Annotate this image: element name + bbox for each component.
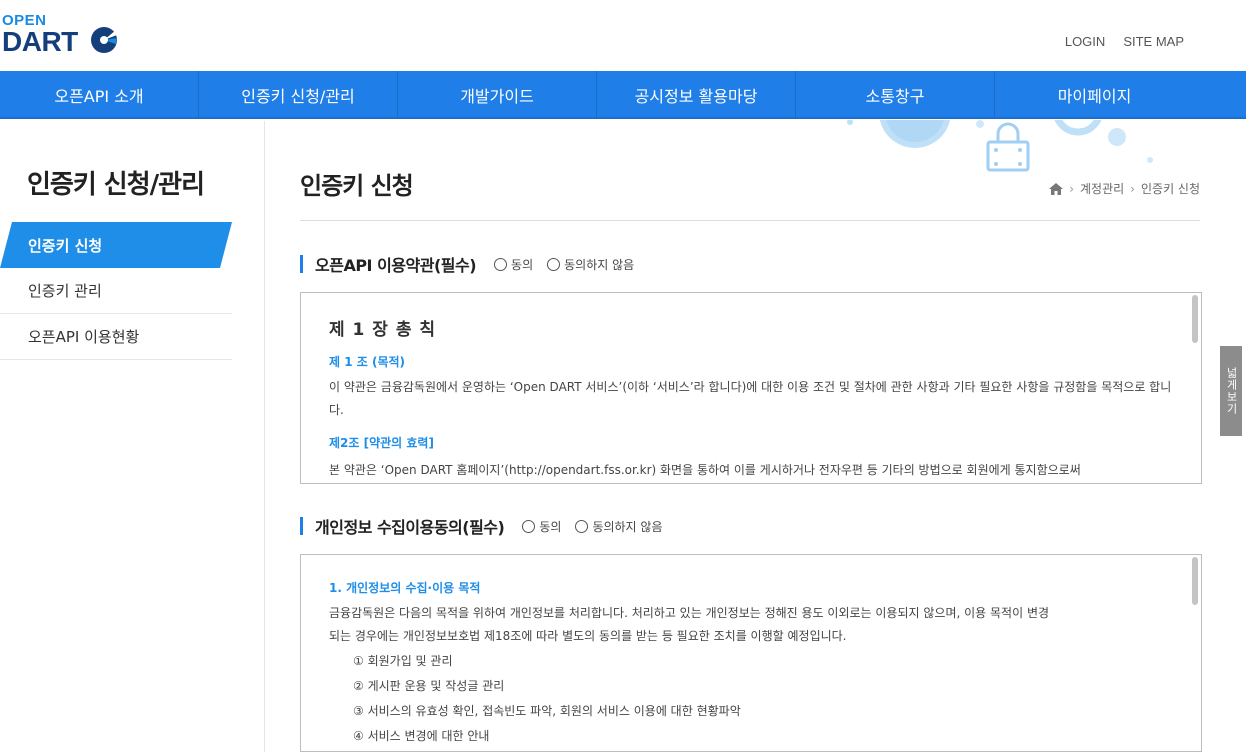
site-header: OPEN DART LOGIN SITE MAP	[0, 0, 1246, 71]
nav-dev-guide[interactable]: 개발가이드	[398, 71, 597, 119]
radio-circle-icon[interactable]	[494, 257, 508, 271]
wide-view-tab[interactable]: 넓게보기	[1220, 346, 1242, 436]
lock-icon	[986, 122, 1030, 172]
privacy-sec1-title: 1. 개인정보의 수집·이용 목적	[329, 581, 481, 595]
sidebar-item-api-usage[interactable]: 오픈API 이용현황	[0, 314, 232, 360]
scroll-thumb[interactable]	[1192, 295, 1198, 343]
sidebar-item-key-request[interactable]: 인증키 신청	[0, 222, 232, 268]
nav-mypage[interactable]: 마이페이지	[995, 71, 1194, 119]
utility-links: LOGIN SITE MAP	[1065, 34, 1184, 49]
terms-chapter: 제 1 장 총 칙	[329, 320, 437, 340]
privacy-sec1-body2: 되는 경우에는 개인정보보호법 제18조에 따라 별도의 동의를 받는 등 필요…	[329, 629, 847, 643]
section-bar	[300, 255, 303, 273]
opendart-logo[interactable]: OPEN DART	[2, 12, 132, 58]
privacy-list-item: ② 게시판 운용 및 작성글 관리	[353, 679, 505, 693]
terms-section-header: 오픈API 이용약관(필수) 동의 동의하지 않음	[300, 252, 648, 276]
terms-content: 제 1 장 총 칙 제 1 조 (목적) 이 약관은 금융감독원에서 운영하는 …	[329, 293, 1179, 482]
privacy-scrollbar[interactable]	[1189, 555, 1201, 751]
terms-art1-title: 제 1 조 (목적)	[329, 355, 406, 369]
login-link[interactable]: LOGIN	[1065, 34, 1105, 49]
banner-decoration	[847, 120, 1153, 172]
terms-agree-label: 동의	[511, 257, 534, 272]
nav-communication[interactable]: 소통창구	[796, 71, 995, 119]
logo-target-icon	[91, 27, 117, 53]
terms-scrollbar[interactable]	[1189, 293, 1201, 483]
privacy-title: 개인정보 수집이용동의(필수)	[315, 518, 505, 537]
terms-art2-body: 본 약관은 ‘Open DART 홈페이지’(http://opendart.f…	[329, 463, 1081, 477]
privacy-list-item: ① 회원가입 및 관리	[353, 654, 453, 668]
privacy-disagree-label: 동의하지 않음	[592, 519, 663, 534]
sitemap-link[interactable]: SITE MAP	[1123, 34, 1184, 49]
nav-openapi-intro[interactable]: 오픈API 소개	[0, 71, 199, 119]
nav-key-manage[interactable]: 인증키 신청/관리	[199, 71, 398, 119]
terms-disagree-label: 동의하지 않음	[564, 257, 635, 272]
terms-art2-title: 제2조 [약관의 효력]	[329, 436, 434, 450]
radio-circle-icon[interactable]	[522, 519, 536, 533]
radio-circle-icon[interactable]	[575, 519, 589, 533]
sidebar: 인증키 신청/관리 인증키 신청 인증키 관리 오픈API 이용현황	[0, 121, 265, 752]
privacy-content: 1. 개인정보의 수집·이용 목적 금융감독원은 다음의 목적을 위하여 개인정…	[329, 555, 1179, 748]
terms-art1-body: 이 약관은 금융감독원에서 운영하는 ‘Open DART 서비스’(이하 ‘서…	[329, 380, 1172, 417]
logo-dart-text: DART	[2, 26, 78, 57]
privacy-agree-radio[interactable]: 동의	[522, 518, 561, 535]
sidebar-title: 인증키 신청/관리	[27, 170, 205, 200]
sidebar-item-key-manage[interactable]: 인증키 관리	[0, 268, 232, 314]
terms-agree-radio[interactable]: 동의	[494, 256, 533, 273]
section-bar	[300, 517, 303, 535]
privacy-list-item: ④ 서비스 변경에 대한 안내	[353, 729, 490, 743]
terms-disagree-radio[interactable]: 동의하지 않음	[547, 256, 634, 273]
breadcrumb-item-account[interactable]: 계정관리	[1080, 180, 1124, 197]
sidebar-menu: 인증키 신청 인증키 관리 오픈API 이용현황	[0, 222, 232, 360]
terms-textbox[interactable]: 제 1 장 총 칙 제 1 조 (목적) 이 약관은 금융감독원에서 운영하는 …	[300, 292, 1202, 484]
terms-title: 오픈API 이용약관(필수)	[315, 256, 477, 275]
scroll-thumb[interactable]	[1192, 557, 1198, 605]
privacy-textbox[interactable]: 1. 개인정보의 수집·이용 목적 금융감독원은 다음의 목적을 위하여 개인정…	[300, 554, 1202, 752]
nav-disclosure-use[interactable]: 공시정보 활용마당	[597, 71, 796, 119]
privacy-agree-label: 동의	[539, 519, 562, 534]
chevron-right-icon: ›	[1069, 181, 1074, 196]
radio-circle-icon[interactable]	[547, 257, 561, 271]
wide-view-label: 넓게보기	[1225, 367, 1238, 415]
privacy-sec1-body1: 금융감독원은 다음의 목적을 위하여 개인정보를 처리합니다. 처리하고 있는 …	[329, 606, 1050, 620]
main-nav: 오픈API 소개 인증키 신청/관리 개발가이드 공시정보 활용마당 소통창구 …	[0, 71, 1246, 119]
breadcrumb: › 계정관리 › 인증키 신청	[1049, 180, 1200, 197]
chevron-right-icon: ›	[1130, 181, 1135, 196]
privacy-section-header: 개인정보 수집이용동의(필수) 동의 동의하지 않음	[300, 514, 677, 538]
privacy-list-item: ③ 서비스의 유효성 확인, 접속빈도 파악, 회원의 서비스 이용에 대한 현…	[353, 704, 741, 718]
title-divider	[300, 220, 1200, 221]
page-title: 인증키 신청	[300, 172, 414, 200]
home-icon[interactable]	[1049, 182, 1064, 195]
breadcrumb-item-current: 인증키 신청	[1140, 182, 1200, 196]
privacy-disagree-radio[interactable]: 동의하지 않음	[575, 518, 663, 535]
